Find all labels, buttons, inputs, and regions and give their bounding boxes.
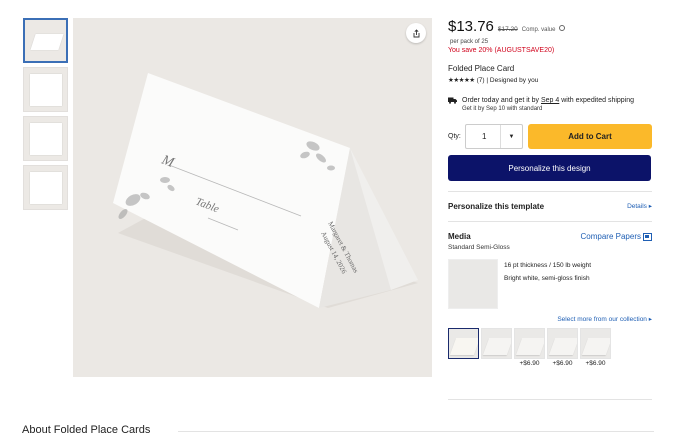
paper-option-3[interactable]: [514, 328, 545, 359]
price-row: $13.76 $17.20 Comp. value: [448, 18, 652, 35]
paper-option-price: [448, 360, 479, 367]
about-heading: About Folded Place Cards: [22, 424, 151, 436]
media-header: Media Compare Papers: [448, 232, 652, 241]
paper-option-5[interactable]: [580, 328, 611, 359]
qty-label: Qty:: [448, 133, 461, 140]
paper-option-price: +$6.90: [585, 360, 606, 367]
was-price: $17.20: [497, 26, 518, 33]
personalize-template-row[interactable]: Personalize this template Details ▸: [448, 201, 652, 211]
quantity-value: 1: [482, 132, 487, 141]
personalize-template-title: Personalize this template: [448, 201, 545, 211]
thumbnail-strip: [23, 18, 69, 214]
chevron-down-icon: ▼: [500, 125, 522, 148]
media-title: Media: [448, 232, 471, 241]
select-more-link[interactable]: Select more from our collection ▸: [448, 315, 652, 323]
comp-value-label: Comp. value: [521, 27, 556, 33]
compare-papers-label: Compare Papers: [580, 232, 641, 241]
compare-icon: [643, 232, 652, 241]
paper-desc-line1: 16 pt thickness / 150 lb weight: [504, 262, 592, 269]
rating-row: ★★★★★ (7) | Designed by you: [448, 76, 652, 85]
share-icon: [413, 28, 419, 37]
shipping-standard: Get it by Sep 10 with standard: [462, 106, 543, 112]
truck-icon: [448, 97, 457, 104]
paper-option-price: +$6.90: [519, 360, 540, 367]
share-button[interactable]: [406, 23, 426, 43]
thumbnail-3[interactable]: [23, 116, 68, 161]
rating-text[interactable]: (7) | Designed by you: [477, 77, 539, 84]
details-link[interactable]: Details ▸: [627, 202, 652, 210]
paper-option-2[interactable]: [481, 328, 512, 359]
info-icon[interactable]: [559, 25, 566, 31]
divider: [178, 431, 654, 432]
thumbnail-4[interactable]: [23, 165, 68, 210]
quantity-select[interactable]: 1 ▼: [465, 124, 523, 149]
per-pack-text: per pack of 25: [450, 39, 489, 45]
quantity-row: Qty: 1 ▼ Add to Cart: [448, 124, 652, 149]
product-image[interactable]: M Table Margaret & Thomas August 14, 202…: [73, 18, 432, 377]
add-to-cart-button[interactable]: Add to Cart: [528, 124, 652, 149]
current-price: $13.76: [448, 18, 494, 35]
star-rating-icon[interactable]: ★★★★★: [448, 76, 475, 84]
savings-text: You save 20% (AUGUSTSAVE20): [448, 47, 555, 54]
product-info-panel: $13.76 $17.20 Comp. value per pack of 25…: [448, 18, 652, 367]
divider: [448, 191, 652, 192]
thumbnail-1[interactable]: [23, 18, 68, 63]
paper-options: [448, 328, 652, 359]
paper-detail: 16 pt thickness / 150 lb weight Bright w…: [448, 259, 652, 309]
selected-paper-name: Standard Semi-Gloss: [448, 244, 510, 251]
product-title: Folded Place Card: [448, 64, 515, 73]
shipping-line2: with expedited shipping: [561, 97, 635, 104]
paper-swatch-image: [448, 259, 498, 309]
paper-option-4[interactable]: [547, 328, 578, 359]
shipping-date-link[interactable]: Sep 4: [541, 97, 559, 104]
divider: [448, 221, 652, 222]
compare-papers-link[interactable]: Compare Papers: [581, 232, 652, 241]
divider: [448, 399, 652, 400]
paper-option-price: +$6.90: [552, 360, 573, 367]
shipping-info: Order today and get it by Sep 4 with exp…: [448, 96, 652, 112]
paper-desc-line2: Bright white, semi-gloss finish: [504, 275, 590, 282]
paper-option-prices: +$6.90 +$6.90 +$6.90: [448, 360, 652, 367]
personalize-design-button[interactable]: Personalize this design: [448, 155, 651, 181]
paper-option-1[interactable]: [448, 328, 479, 359]
shipping-line1: Order today and get it by: [462, 97, 540, 104]
thumbnail-2[interactable]: [23, 67, 68, 112]
place-card-illustration: M Table Margaret & Thomas August 14, 202…: [113, 73, 418, 308]
paper-option-price: [481, 360, 512, 367]
